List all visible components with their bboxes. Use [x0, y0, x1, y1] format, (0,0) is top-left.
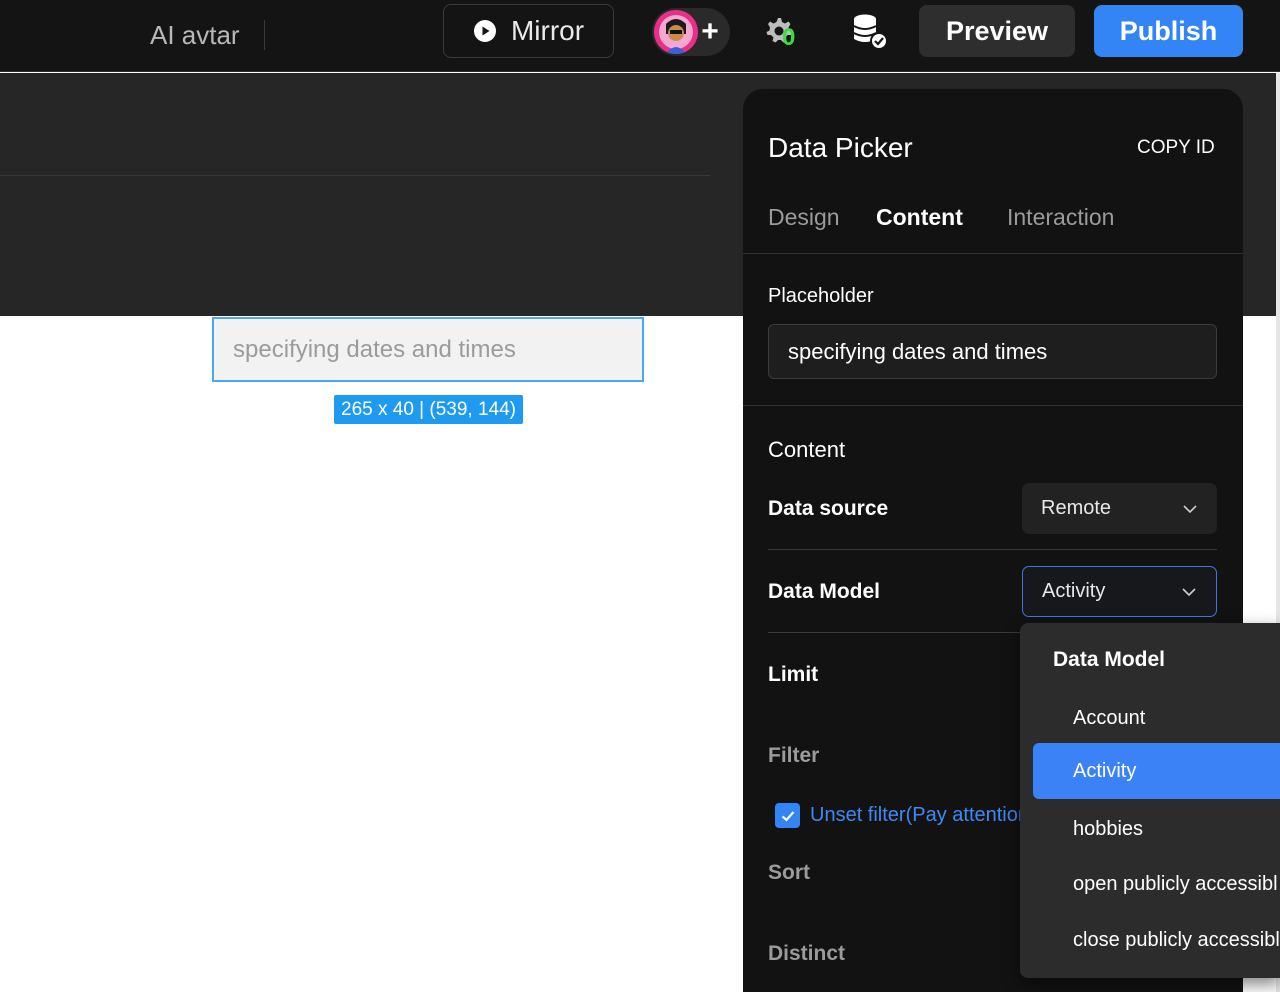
dropdown-option-activity[interactable]: Activity	[1033, 743, 1280, 799]
dropdown-option-hobbies[interactable]: hobbies	[1033, 801, 1280, 857]
data-source-value: Remote	[1041, 497, 1112, 519]
sort-label: Sort	[768, 861, 810, 884]
dropdown-header: Data Model	[1053, 648, 1166, 671]
option-label: open publicly accessibl	[1073, 872, 1278, 895]
canvas-divider	[0, 175, 710, 176]
dimension-label: 265 x 40 | (539, 144)	[334, 395, 523, 424]
unset-filter-checkbox[interactable]	[775, 803, 800, 828]
panel-title: Data Picker	[768, 132, 913, 163]
top-bar: AI avtar Mirror + 0 Preview Publish	[0, 0, 1280, 72]
preview-button[interactable]: Preview	[919, 5, 1075, 57]
data-model-label: Data Model	[768, 580, 881, 603]
data-source-select[interactable]: Remote	[1022, 483, 1217, 534]
data-model-dropdown: Data Model Account Activity hobbies open…	[1020, 623, 1280, 978]
filter-label: Filter	[768, 744, 820, 767]
data-model-value: Activity	[1042, 580, 1106, 602]
distinct-label: Distinct	[768, 942, 846, 965]
option-label: Account	[1073, 706, 1146, 729]
dropdown-option-close-publicly[interactable]: close publicly accessibl	[1033, 912, 1280, 968]
title-divider	[264, 20, 265, 50]
chevron-down-icon	[1182, 587, 1196, 596]
divider	[743, 405, 1243, 406]
option-label: close publicly accessibl	[1073, 928, 1280, 951]
play-circle-icon	[473, 20, 496, 42]
unset-filter-label[interactable]: Unset filter(Pay attention	[810, 804, 1029, 827]
option-label: Activity	[1073, 759, 1137, 782]
content-section-title: Content	[768, 437, 846, 462]
placeholder-value: specifying dates and times	[788, 338, 1048, 364]
placeholder-label: Placeholder	[768, 285, 874, 307]
mirror-label: Mirror	[510, 15, 585, 46]
selected-date-input[interactable]: specifying dates and times	[212, 317, 644, 382]
tab-design[interactable]: Design	[768, 204, 840, 231]
publish-button[interactable]: Publish	[1094, 5, 1243, 57]
placeholder-field[interactable]: specifying dates and times	[768, 324, 1217, 379]
build-badge: 0	[782, 24, 796, 51]
chevron-down-icon	[1183, 504, 1197, 513]
dropdown-option-account[interactable]: Account	[1033, 690, 1280, 746]
data-model-select[interactable]: Activity	[1022, 566, 1217, 617]
tab-interaction[interactable]: Interaction	[1007, 204, 1114, 231]
divider	[743, 253, 1243, 254]
dropdown-option-open-publicly[interactable]: open publicly accessibl	[1033, 856, 1280, 912]
collaborators[interactable]: +	[652, 8, 730, 56]
check-icon	[781, 810, 794, 822]
option-label: hobbies	[1073, 817, 1144, 840]
data-source-label: Data source	[768, 497, 889, 520]
tab-content[interactable]: Content	[876, 204, 963, 231]
date-input-placeholder: specifying dates and times	[233, 335, 516, 363]
gear-badge-icon[interactable]: 0	[762, 12, 806, 56]
limit-label: Limit	[768, 663, 819, 686]
app-title[interactable]: AI avtar	[150, 20, 240, 51]
divider	[768, 549, 1217, 550]
add-collaborator-button[interactable]: +	[692, 14, 728, 50]
copy-id-button[interactable]: COPY ID	[1137, 137, 1215, 159]
database-check-icon[interactable]	[850, 12, 890, 52]
mirror-button[interactable]: Mirror	[443, 4, 614, 58]
